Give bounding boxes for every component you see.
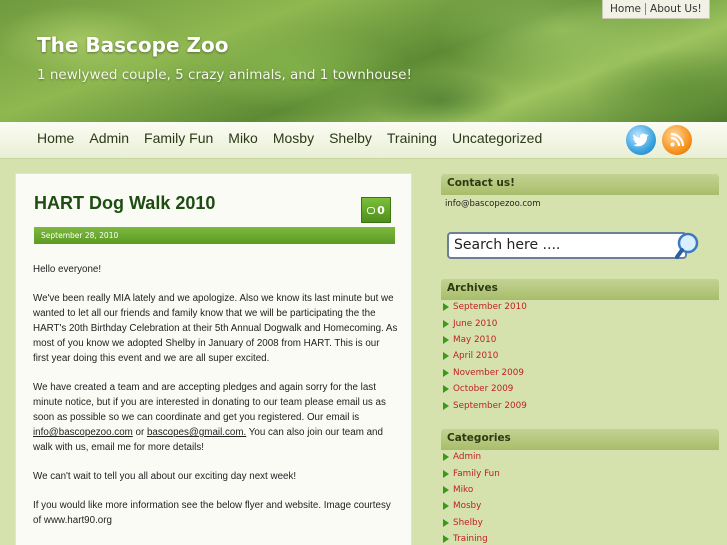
category-link[interactable]: Training <box>453 534 488 544</box>
archive-link[interactable]: September 2009 <box>453 401 527 411</box>
archive-item[interactable]: September 2010 <box>441 299 719 315</box>
post-paragraph: We have created a team and are accepting… <box>33 380 398 455</box>
contact-email: info@bascopezoo.com <box>445 199 541 209</box>
top-links: Home About Us! <box>602 0 710 19</box>
arrow-icon <box>443 518 449 527</box>
archive-link[interactable]: April 2010 <box>453 351 498 361</box>
arrow-icon <box>443 368 449 377</box>
arrow-icon <box>443 319 449 328</box>
category-item[interactable]: Miko <box>441 482 719 498</box>
arrow-icon <box>443 335 449 344</box>
email-link-info[interactable]: info@bascopezoo.com <box>33 427 133 438</box>
post-body: Hello everyone! We've been really MIA la… <box>33 262 398 542</box>
arrow-icon <box>443 385 449 394</box>
category-link[interactable]: Mosby <box>453 501 481 511</box>
nav-item-family-fun[interactable]: Family Fun <box>144 130 213 146</box>
contact-heading: Contact us! <box>441 174 719 195</box>
category-link[interactable]: Admin <box>453 452 481 462</box>
archive-item[interactable]: April 2010 <box>441 348 719 364</box>
top-link-home[interactable]: Home <box>606 2 645 16</box>
arrow-icon <box>443 453 449 462</box>
category-item[interactable]: Admin <box>441 449 719 465</box>
arrow-icon <box>443 303 449 312</box>
archive-item[interactable]: October 2009 <box>441 381 719 397</box>
nav-item-training[interactable]: Training <box>387 130 437 146</box>
twitter-icon[interactable] <box>626 125 656 155</box>
archive-link[interactable]: May 2010 <box>453 335 496 345</box>
archive-link[interactable]: October 2009 <box>453 384 513 394</box>
archives-heading: Archives <box>441 279 719 300</box>
arrow-icon <box>443 535 449 544</box>
nav-item-home[interactable]: Home <box>37 130 74 146</box>
post-paragraph: Hello everyone! <box>33 264 102 275</box>
archive-link[interactable]: September 2010 <box>453 302 527 312</box>
post-text: We have created a team and are accepting… <box>33 382 386 423</box>
categories-heading: Categories <box>441 429 719 450</box>
category-item[interactable]: Shelby <box>441 515 719 531</box>
archive-link[interactable]: June 2010 <box>453 319 497 329</box>
nav-bar: Home Admin Family Fun Miko Mosby Shelby … <box>0 122 727 159</box>
arrow-icon <box>443 502 449 511</box>
comment-count: 0 <box>377 203 385 217</box>
nav-item-shelby[interactable]: Shelby <box>329 130 372 146</box>
site-title[interactable]: The Bascope Zoo <box>37 33 228 57</box>
archive-item[interactable]: May 2010 <box>441 332 719 348</box>
rss-icon[interactable] <box>662 125 692 155</box>
top-link-about[interactable]: About Us! <box>646 2 706 16</box>
archive-item[interactable]: November 2009 <box>441 365 719 381</box>
categories-list: Admin Family Fun Miko Mosby Shelby Train… <box>441 449 719 545</box>
archive-item[interactable]: September 2009 <box>441 397 719 413</box>
category-link[interactable]: Miko <box>453 485 473 495</box>
post-paragraph: We've been really MIA lately and we apol… <box>33 293 398 364</box>
email-link-bascopes[interactable]: bascopes@gmail.com. <box>147 427 246 438</box>
category-link[interactable]: Shelby <box>453 518 483 528</box>
archive-link[interactable]: November 2009 <box>453 368 524 378</box>
post-paragraph: We can't wait to tell you all about our … <box>33 471 297 482</box>
category-item[interactable]: Family Fun <box>441 465 719 481</box>
post-title[interactable]: HART Dog Walk 2010 <box>34 193 215 214</box>
archives-list: September 2010 June 2010 May 2010 April … <box>441 299 719 414</box>
nav-item-mosby[interactable]: Mosby <box>273 130 314 146</box>
nav-item-uncategorized[interactable]: Uncategorized <box>452 130 542 146</box>
post-date: September 28, 2010 <box>34 227 395 244</box>
arrow-icon <box>443 401 449 410</box>
nav-item-admin[interactable]: Admin <box>89 130 129 146</box>
site-description: 1 newlywed couple, 5 crazy animals, and … <box>37 67 412 83</box>
category-item[interactable]: Training <box>441 531 719 545</box>
nav-item-miko[interactable]: Miko <box>228 130 258 146</box>
search-input[interactable]: Search here .... <box>447 232 687 259</box>
arrow-icon <box>443 485 449 494</box>
arrow-icon <box>443 469 449 478</box>
post-text: or <box>132 427 147 438</box>
post-container: HART Dog Walk 2010 0 September 28, 2010 … <box>15 173 412 545</box>
comment-count-button[interactable]: 0 <box>361 197 391 223</box>
category-item[interactable]: Mosby <box>441 498 719 514</box>
comment-bubble-icon <box>367 206 376 214</box>
category-link[interactable]: Family Fun <box>453 469 500 479</box>
search-icon[interactable] <box>675 232 703 260</box>
archive-item[interactable]: June 2010 <box>441 315 719 331</box>
arrow-icon <box>443 352 449 361</box>
nav-menu: Home Admin Family Fun Miko Mosby Shelby … <box>37 130 557 146</box>
post-paragraph: If you would like more information see t… <box>33 500 391 526</box>
